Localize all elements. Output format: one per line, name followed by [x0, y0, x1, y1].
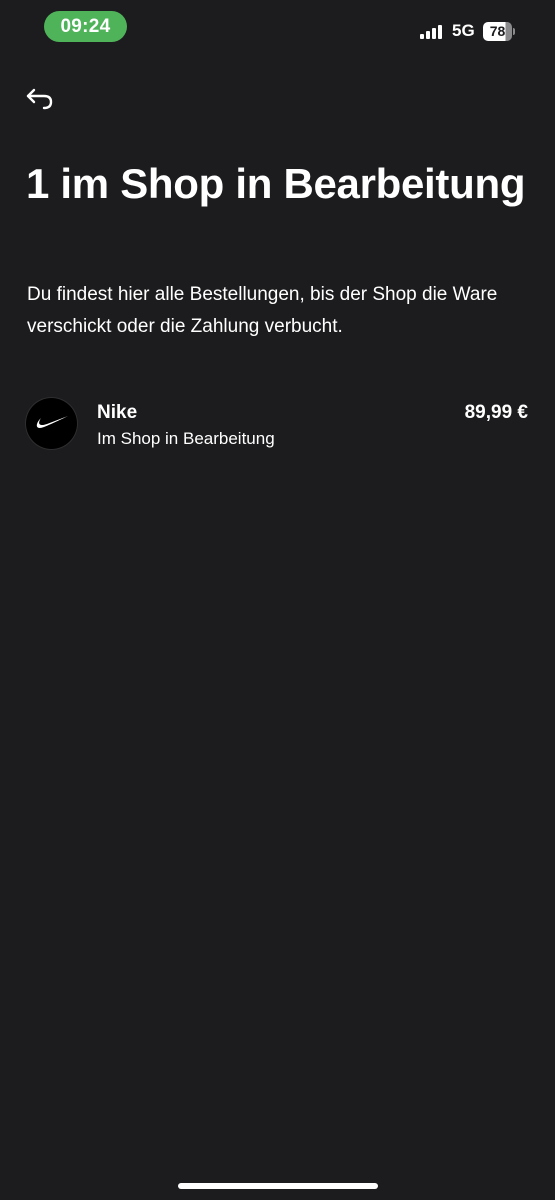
home-indicator[interactable] — [178, 1183, 378, 1189]
order-list-item[interactable]: Nike Im Shop in Bearbeitung 89,99 € — [0, 390, 555, 462]
status-time[interactable]: 09:24 — [44, 11, 127, 42]
order-amount: 89,99 € — [464, 402, 528, 423]
nike-logo — [26, 398, 77, 449]
page-title: 1 im Shop in Bearbeitung — [26, 160, 526, 207]
order-status: Im Shop in Bearbeitung — [97, 429, 275, 448]
merchant-name: Nike — [97, 402, 138, 423]
battery-icon: 78 — [483, 22, 515, 41]
battery-nub — [513, 28, 515, 35]
nike-swoosh-icon — [36, 416, 68, 428]
back-button[interactable] — [22, 82, 58, 116]
network-type: 5G — [452, 21, 475, 40]
page-description: Du findest hier alle Bestellungen, bis d… — [27, 284, 498, 337]
battery-level: 78 — [483, 22, 512, 41]
back-arrow-icon — [26, 88, 53, 110]
status-bar: 09:24 5G 78 — [0, 0, 555, 56]
cellular-signal-icon — [420, 24, 442, 39]
